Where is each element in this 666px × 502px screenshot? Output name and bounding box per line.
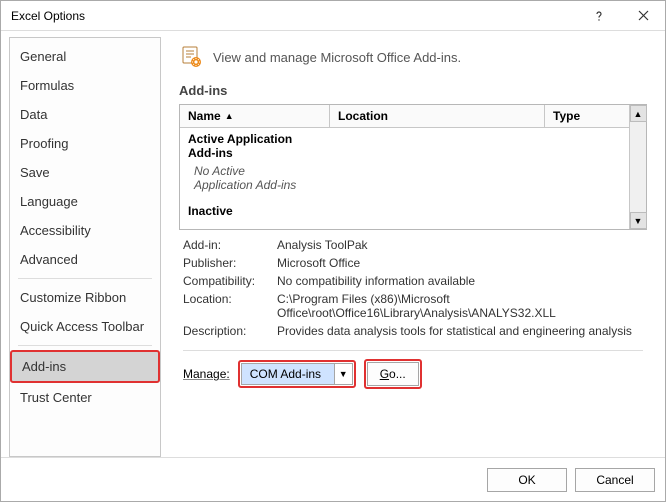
column-name[interactable]: Name ▲ [180, 105, 330, 127]
help-button[interactable] [577, 1, 621, 31]
addin-details: Add-in:Analysis ToolPak Publisher:Micros… [179, 230, 647, 340]
sidebar-divider [18, 278, 152, 279]
system-buttons [577, 1, 665, 31]
group-active-empty: No ActiveApplication Add-ins [180, 162, 629, 194]
go-button[interactable]: Go... [367, 362, 419, 386]
addins-table: Name ▲ Location Type Active ApplicationA… [179, 104, 647, 230]
column-type[interactable]: Type [545, 105, 629, 127]
detail-value-publisher: Microsoft Office [277, 256, 643, 270]
sidebar-item-formulas[interactable]: Formulas [10, 71, 160, 100]
sidebar-item-language[interactable]: Language [10, 187, 160, 216]
sidebar-item-data[interactable]: Data [10, 100, 160, 129]
table-body[interactable]: Active ApplicationAdd-ins No ActiveAppli… [180, 128, 629, 222]
detail-label-publisher: Publisher: [183, 256, 277, 270]
manage-dropdown-value: COM Add-ins [242, 364, 334, 384]
chevron-down-icon[interactable]: ▼ [334, 364, 352, 384]
manage-dropdown[interactable]: COM Add-ins ▼ [241, 363, 353, 385]
sidebar-item-general[interactable]: General [10, 42, 160, 71]
sidebar-divider [18, 345, 152, 346]
dialog-footer: OK Cancel [1, 457, 665, 501]
section-heading: Add-ins [179, 73, 647, 104]
column-location[interactable]: Location [330, 105, 545, 127]
scroll-up-icon[interactable]: ▲ [630, 105, 647, 122]
detail-value-location: C:\Program Files (x86)\Microsoft Office\… [277, 292, 643, 320]
page-heading: View and manage Microsoft Office Add-ins… [213, 50, 461, 65]
manage-row: Manage: COM Add-ins ▼ Go... [179, 357, 647, 393]
ok-button[interactable]: OK [487, 468, 567, 492]
sidebar-item-qat[interactable]: Quick Access Toolbar [10, 312, 160, 341]
group-active: Active ApplicationAdd-ins [180, 130, 629, 162]
detail-value-addin: Analysis ToolPak [277, 238, 643, 252]
addins-page-icon [179, 45, 203, 69]
detail-label-compat: Compatibility: [183, 274, 277, 288]
sort-asc-icon: ▲ [225, 111, 234, 121]
close-button[interactable] [621, 1, 665, 31]
sidebar-item-advanced[interactable]: Advanced [10, 245, 160, 274]
excel-options-dialog: Excel Options General Formulas Data Proo… [0, 0, 666, 502]
sidebar-item-save[interactable]: Save [10, 158, 160, 187]
detail-value-desc: Provides data analysis tools for statist… [277, 324, 643, 338]
detail-value-compat: No compatibility information available [277, 274, 643, 288]
detail-label-addin: Add-in: [183, 238, 277, 252]
vertical-scrollbar[interactable]: ▲ ▼ [629, 105, 646, 229]
detail-label-desc: Description: [183, 324, 277, 338]
sidebar-item-addins[interactable]: Add-ins [10, 350, 160, 383]
sidebar-item-proofing[interactable]: Proofing [10, 129, 160, 158]
separator [183, 350, 643, 351]
sidebar-item-trust-center[interactable]: Trust Center [10, 383, 160, 412]
detail-label-location: Location: [183, 292, 277, 320]
sidebar-item-customize-ribbon[interactable]: Customize Ribbon [10, 283, 160, 312]
group-inactive: Inactive [180, 202, 629, 220]
table-header: Name ▲ Location Type [180, 105, 629, 128]
window-title: Excel Options [11, 9, 577, 23]
sidebar-item-accessibility[interactable]: Accessibility [10, 216, 160, 245]
content-pane: View and manage Microsoft Office Add-ins… [161, 37, 657, 457]
titlebar: Excel Options [1, 1, 665, 31]
cancel-button[interactable]: Cancel [575, 468, 655, 492]
manage-label: Manage: [183, 367, 230, 381]
scroll-down-icon[interactable]: ▼ [630, 212, 647, 229]
category-sidebar: General Formulas Data Proofing Save Lang… [9, 37, 161, 457]
